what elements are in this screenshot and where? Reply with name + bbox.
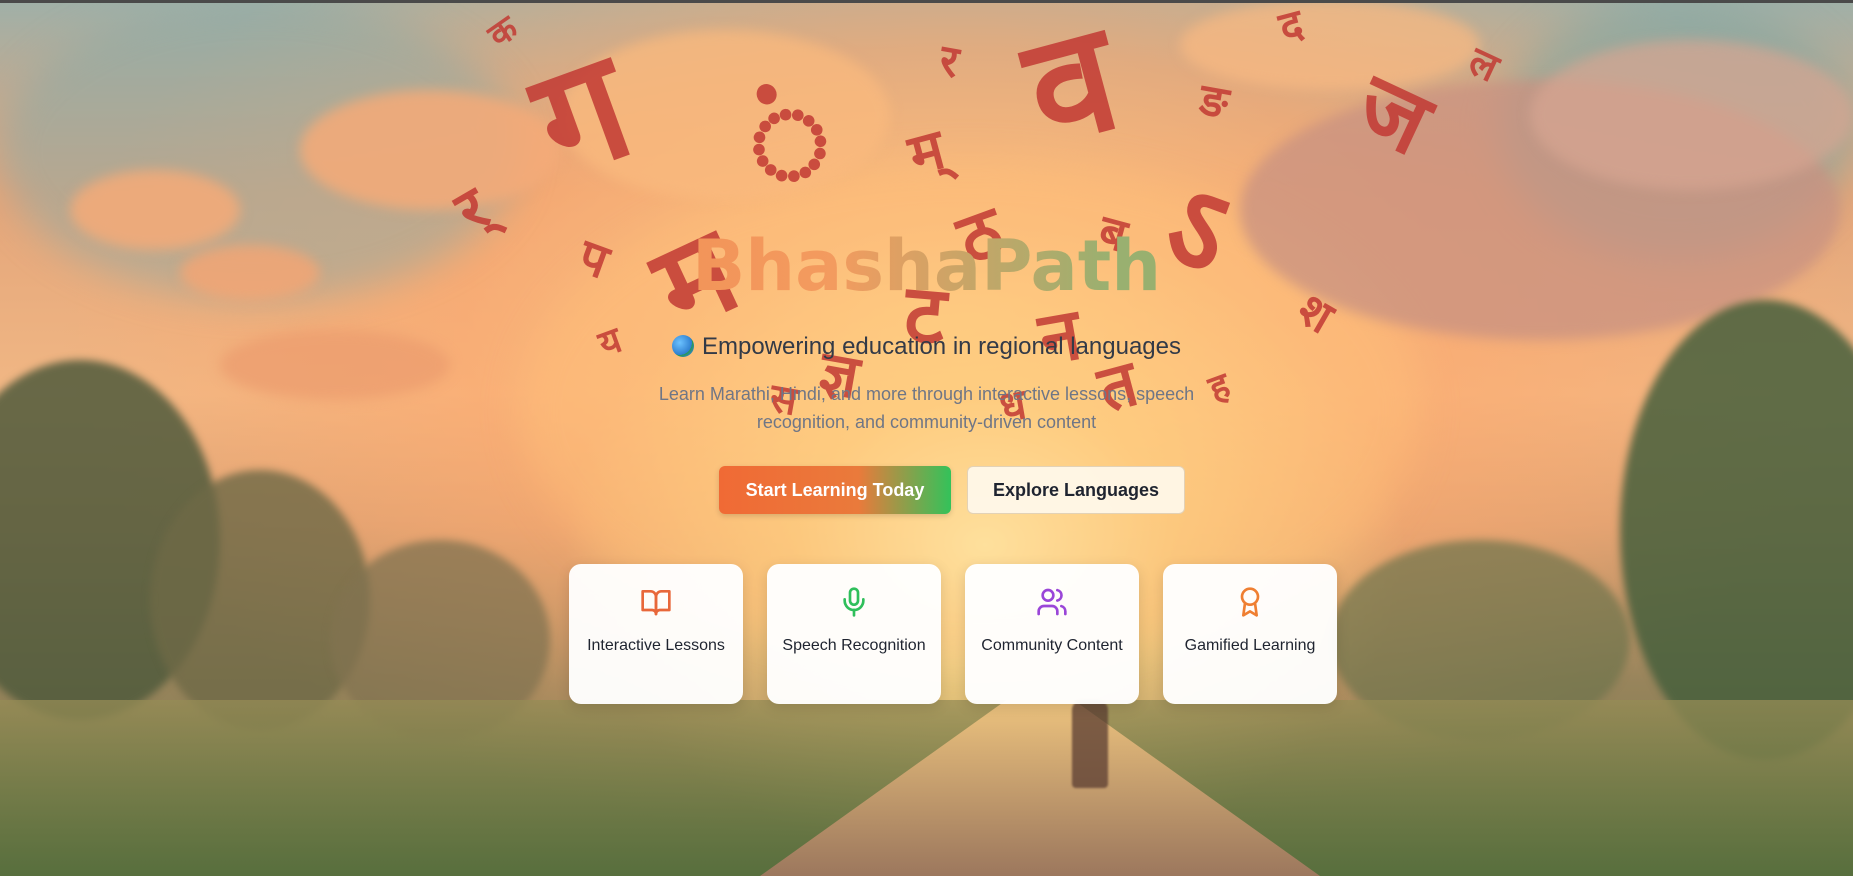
feature-label: Interactive Lessons (587, 637, 725, 654)
brand-title: BhashaPath (0, 224, 1853, 308)
award-icon (1240, 587, 1260, 617)
feature-card-community-content[interactable]: Community Content (965, 564, 1139, 704)
tagline-text: Empowering education in regional languag… (702, 333, 1181, 360)
feature-label: Community Content (981, 637, 1123, 654)
window-top-bar (0, 0, 1853, 3)
explore-languages-button[interactable]: Explore Languages (967, 466, 1185, 514)
start-learning-button[interactable]: Start Learning Today (719, 466, 951, 514)
globe-icon (672, 335, 694, 357)
feature-card-interactive-lessons[interactable]: Interactive Lessons (569, 564, 743, 704)
hero-content: BhashaPath Empowering education in regio… (0, 0, 1853, 876)
tagline: Empowering education in regional languag… (0, 331, 1853, 363)
feature-card-gamified-learning[interactable]: Gamified Learning (1163, 564, 1337, 704)
feature-label: Speech Recognition (782, 637, 926, 654)
book-open-icon (641, 590, 671, 616)
hero-description: Learn Marathi, Hindi, and more through i… (658, 384, 1195, 432)
feature-label: Gamified Learning (1184, 637, 1316, 654)
users-icon (1037, 588, 1067, 616)
feature-card-speech-recognition[interactable]: Speech Recognition (767, 564, 941, 704)
microphone-icon (843, 587, 865, 617)
